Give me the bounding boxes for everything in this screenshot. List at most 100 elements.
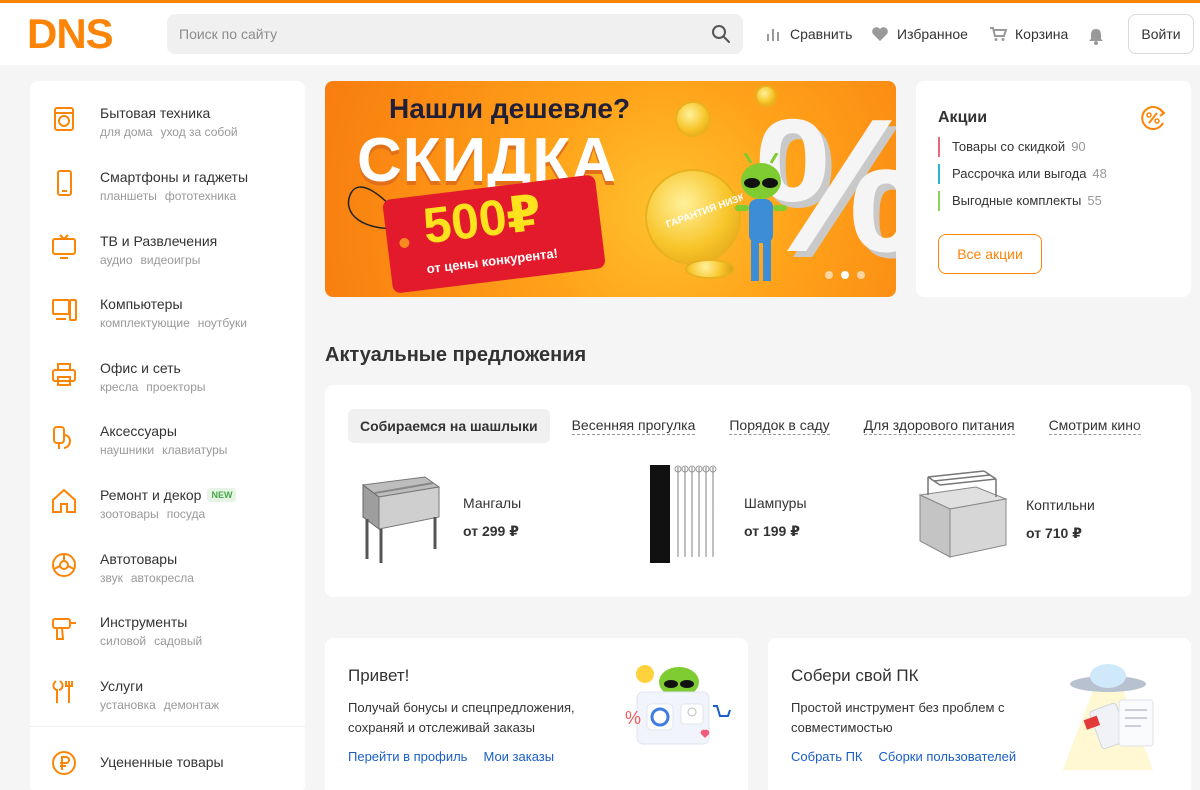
discount-percent-icon[interactable]	[1138, 103, 1168, 133]
menu-item-subs: силовой садовый	[100, 634, 210, 648]
product-card[interactable]: Коптильни от 710 ₽	[914, 465, 1174, 575]
banner-price: 500₽	[420, 184, 545, 255]
pagination-dot-active[interactable]	[841, 271, 849, 279]
menu-sublink[interactable]: уход за собой	[160, 125, 237, 139]
offer-tab[interactable]: Весенняя прогулка	[560, 409, 708, 443]
drill-icon	[52, 618, 76, 640]
offers-title: Актуальные предложения	[325, 344, 587, 366]
menu-sublink[interactable]: комплектующие	[100, 316, 190, 330]
coin-decoration	[675, 101, 711, 137]
orders-link[interactable]: Мои заказы	[483, 749, 554, 764]
offer-tab[interactable]: Для здорового питания	[852, 409, 1027, 443]
menu-sublink[interactable]: демонтаж	[164, 698, 219, 712]
pc-builder-card: Собери свой ПК Простой инструмент без пр…	[768, 638, 1191, 790]
product-name[interactable]: Коптильни	[1026, 497, 1095, 513]
menu-item[interactable]: ТВ и Развлечения аудио видеоигры	[30, 233, 305, 293]
menu-item[interactable]: Ремонт и декор NEW зоотовары посуда	[30, 487, 305, 547]
menu-item[interactable]: Бытовая техника для дома уход за собой	[30, 105, 305, 165]
menu-sublink[interactable]: аудио	[100, 253, 133, 267]
promo-banner[interactable]: Нашли дешевле? СКИДКА 500₽ от цены конку…	[325, 81, 896, 297]
menu-item[interactable]: Офис и сеть кресла проекторы	[30, 360, 305, 420]
profile-card-text: Получай бонусы и спецпредложения, сохран…	[348, 700, 575, 735]
menu-sublink[interactable]: ноутбуки	[198, 316, 247, 330]
menu-item-subs: кресла проекторы	[100, 380, 214, 394]
login-button[interactable]: Войти	[1128, 14, 1194, 54]
menu-sublink[interactable]: садовый	[154, 634, 202, 648]
menu-item[interactable]: Аксессуары наушники клавиатуры	[30, 423, 305, 483]
menu-item[interactable]: Автотовары звук автокресла	[30, 551, 305, 611]
heart-icon	[872, 27, 888, 41]
product-card[interactable]: Шампуры от 199 ₽	[636, 463, 876, 573]
menu-item-title[interactable]: Инструменты	[100, 614, 187, 630]
menu-item-title[interactable]: Аксессуары	[100, 423, 177, 439]
menu-item-title[interactable]: Ремонт и декор NEW	[100, 487, 237, 503]
promotion-label[interactable]: Рассрочка или выгода	[952, 166, 1086, 181]
promotion-row[interactable]: Товары со скидкой 90	[938, 137, 1086, 157]
product-price: от 299 ₽	[463, 523, 519, 539]
menu-item-title[interactable]: Услуги	[100, 678, 143, 694]
profile-link[interactable]: Перейти в профиль	[348, 749, 467, 764]
promotion-count: 90	[1071, 139, 1086, 154]
cart-label: Корзина	[1015, 26, 1069, 42]
banner-pagination[interactable]	[825, 271, 865, 279]
dns-logo[interactable]: DNS	[27, 10, 114, 57]
promotion-row[interactable]: Рассрочка или выгода 48	[938, 164, 1107, 184]
menu-item-discounted[interactable]: Уцененные товары	[30, 749, 305, 790]
user-builds-link[interactable]: Сборки пользователей	[879, 749, 1017, 764]
new-badge: NEW	[207, 488, 237, 502]
product-name[interactable]: Шампуры	[744, 495, 807, 511]
menu-sublink[interactable]: планшеты	[100, 189, 157, 203]
offer-tab[interactable]: Порядок в саду	[717, 409, 841, 443]
pagination-dot[interactable]	[825, 271, 833, 279]
offers-tabs: Собираемся на шашлыки Весенняя прогулка По…	[348, 409, 1163, 443]
favorites-link[interactable]: Избранное	[871, 26, 968, 42]
promotions-card: Акции Товары со скидкой 90 Рассрочка или в…	[916, 81, 1191, 297]
offer-tab[interactable]: Собираемся на шашлыки	[348, 409, 550, 443]
menu-item-subs: аудио видеоигры	[100, 253, 208, 267]
cart-link[interactable]: Корзина	[989, 26, 1068, 42]
menu-sublink[interactable]: проекторы	[146, 380, 205, 394]
promotion-count: 48	[1092, 166, 1107, 181]
menu-item[interactable]: Услуги установка демонтаж	[30, 678, 305, 738]
promotion-row[interactable]: Выгодные комплекты 55	[938, 191, 1102, 211]
menu-item[interactable]: Смартфоны и гаджеты планшеты фототехника	[30, 169, 305, 229]
product-name[interactable]: Мангалы	[463, 495, 521, 511]
menu-item-subs: зоотовары посуда	[100, 507, 213, 521]
menu-item-title[interactable]: Офис и сеть	[100, 360, 181, 376]
menu-sublink[interactable]: посуда	[167, 507, 205, 521]
menu-sublink[interactable]: для дома	[100, 125, 152, 139]
menu-item-title[interactable]: Бытовая техника	[100, 105, 210, 121]
search-bar[interactable]: Поиск по сайту	[167, 14, 743, 54]
home-appliance-icon	[54, 107, 74, 131]
compare-link[interactable]: Сравнить	[766, 26, 852, 42]
menu-sublink[interactable]: клавиатуры	[162, 443, 227, 457]
promotion-label[interactable]: Товары со скидкой	[952, 139, 1065, 154]
pc-builder-text: Простой инструмент без проблем с совмест…	[791, 700, 1005, 735]
search-input[interactable]: Поиск по сайту	[179, 26, 277, 42]
menu-item-title[interactable]: Компьютеры	[100, 296, 183, 312]
menu-sublink[interactable]: наушники	[100, 443, 154, 457]
menu-sublink[interactable]: установка	[100, 698, 156, 712]
menu-sublink[interactable]: фототехника	[165, 189, 236, 203]
product-card[interactable]: Мангалы от 299 ₽	[355, 463, 595, 573]
smartphone-icon	[57, 170, 72, 196]
menu-item-title[interactable]: Автотовары	[100, 551, 177, 567]
build-pc-link[interactable]: Собрать ПК	[791, 749, 863, 764]
menu-item[interactable]: Компьютеры комплектующие ноутбуки	[30, 296, 305, 356]
menu-item-title[interactable]: Смартфоны и гаджеты	[100, 169, 248, 185]
menu-item[interactable]: Инструменты силовой садовый	[30, 614, 305, 674]
menu-sublink[interactable]: автокресла	[131, 571, 194, 585]
menu-item-title[interactable]: ТВ и Развлечения	[100, 233, 217, 249]
pc-builder-title: Собери свой ПК	[791, 666, 919, 685]
menu-item-title[interactable]: Уцененные товары	[100, 754, 224, 770]
menu-sublink[interactable]: звук	[100, 571, 123, 585]
search-icon[interactable]	[711, 24, 731, 44]
bell-icon[interactable]	[1088, 28, 1104, 45]
menu-sublink[interactable]: зоотовары	[100, 507, 159, 521]
menu-sublink[interactable]: силовой	[100, 634, 146, 648]
menu-sublink[interactable]: кресла	[100, 380, 138, 394]
menu-sublink[interactable]: видеоигры	[141, 253, 201, 267]
pagination-dot[interactable]	[857, 271, 865, 279]
all-promotions-button[interactable]: Все акции	[938, 234, 1042, 274]
promotion-label[interactable]: Выгодные комплекты	[952, 193, 1081, 208]
